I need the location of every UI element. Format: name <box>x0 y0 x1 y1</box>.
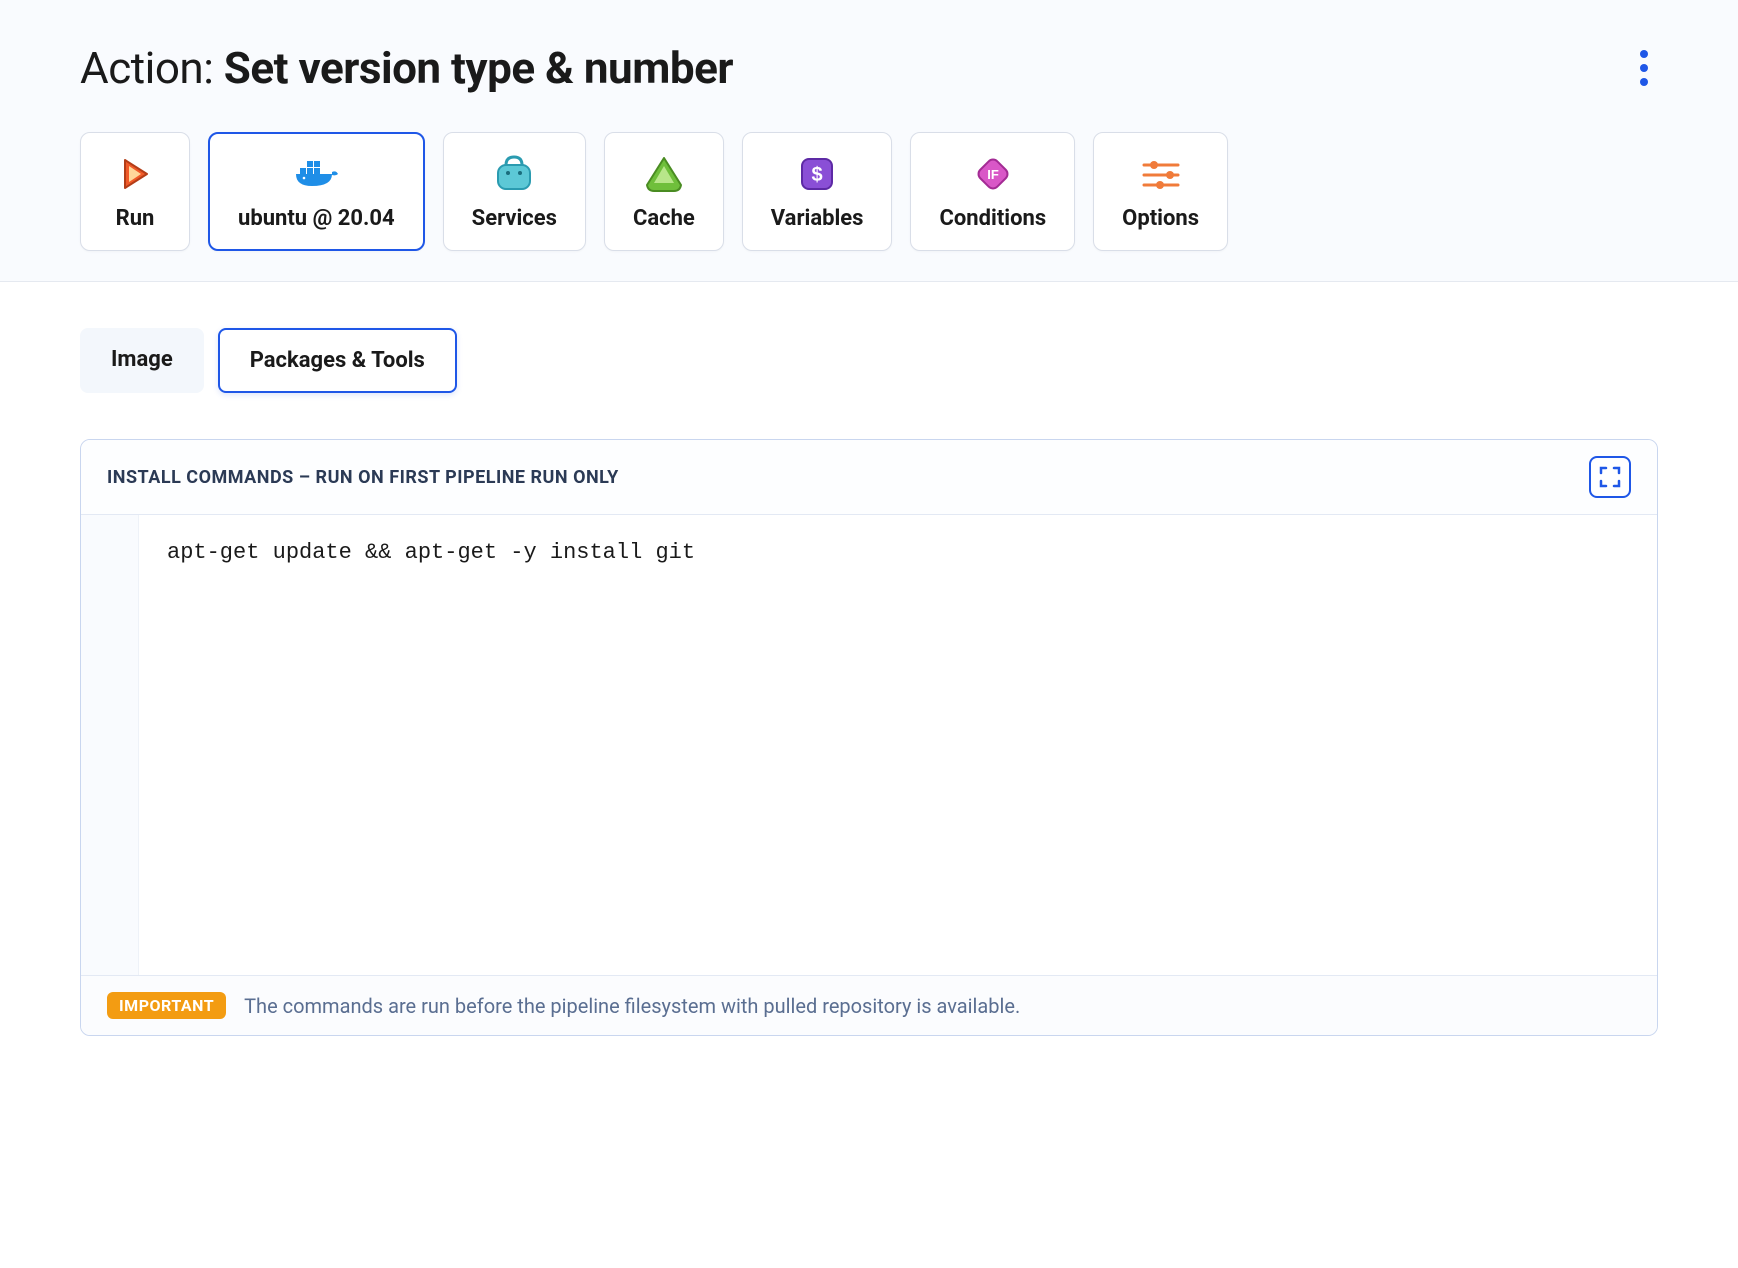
footer-note: The commands are run before the pipeline… <box>244 994 1020 1018</box>
if-diamond-icon: IF <box>973 152 1013 196</box>
header-region: Action: Set version type & number Run <box>0 0 1738 282</box>
sub-tab-packages[interactable]: Packages & Tools <box>218 328 457 393</box>
sub-tabs: Image Packages & Tools <box>80 328 1658 393</box>
title-main: Set version type & number <box>224 42 733 94</box>
tab-ubuntu[interactable]: ubuntu @ 20.04 <box>208 132 425 251</box>
expand-icon <box>1599 466 1621 488</box>
sub-tab-label: Packages & Tools <box>250 348 425 373</box>
expand-editor-button[interactable] <box>1589 456 1631 498</box>
tab-label: ubuntu @ 20.04 <box>238 206 395 231</box>
tab-services[interactable]: Services <box>443 132 586 251</box>
play-icon <box>117 152 153 196</box>
more-vertical-icon <box>1640 50 1648 58</box>
code-content: apt-get update && apt-get -y install git <box>139 515 1657 975</box>
tab-cache[interactable]: Cache <box>604 132 724 251</box>
title-prefix: Action: <box>80 42 224 94</box>
editor-footer: IMPORTANT The commands are run before th… <box>81 975 1657 1035</box>
editor-heading: INSTALL COMMANDS – RUN ON FIRST PIPELINE… <box>107 467 619 488</box>
tab-label: Conditions <box>939 206 1046 231</box>
install-commands-panel: INSTALL COMMANDS – RUN ON FIRST PIPELINE… <box>80 439 1658 1036</box>
sub-tab-image[interactable]: Image <box>80 328 204 393</box>
tab-label: Cache <box>633 206 695 231</box>
primary-tabs: Run ubuntu @ 20.04 Services <box>80 132 1658 251</box>
tab-run[interactable]: Run <box>80 132 190 251</box>
triangle-icon <box>644 152 684 196</box>
code-editor[interactable]: apt-get update && apt-get -y install git <box>81 515 1657 975</box>
tab-variables[interactable]: $ Variables <box>742 132 893 251</box>
sliders-icon <box>1140 152 1182 196</box>
tab-label: Variables <box>771 206 864 231</box>
svg-text:$: $ <box>812 164 823 186</box>
more-menu-button[interactable] <box>1630 40 1658 96</box>
tab-label: Services <box>472 206 557 231</box>
content-region: Image Packages & Tools INSTALL COMMANDS … <box>0 282 1738 1076</box>
svg-text:IF: IF <box>987 167 999 182</box>
sub-tab-label: Image <box>111 347 173 372</box>
tab-label: Options <box>1122 206 1199 231</box>
page-title: Action: Set version type & number <box>80 42 733 94</box>
tab-conditions[interactable]: IF Conditions <box>910 132 1075 251</box>
important-badge: IMPORTANT <box>107 992 226 1019</box>
docker-icon <box>292 152 340 196</box>
line-gutter <box>81 515 139 975</box>
bag-icon <box>494 152 534 196</box>
tab-label: Run <box>116 206 155 231</box>
tab-options[interactable]: Options <box>1093 132 1228 251</box>
dollar-icon: $ <box>799 152 835 196</box>
